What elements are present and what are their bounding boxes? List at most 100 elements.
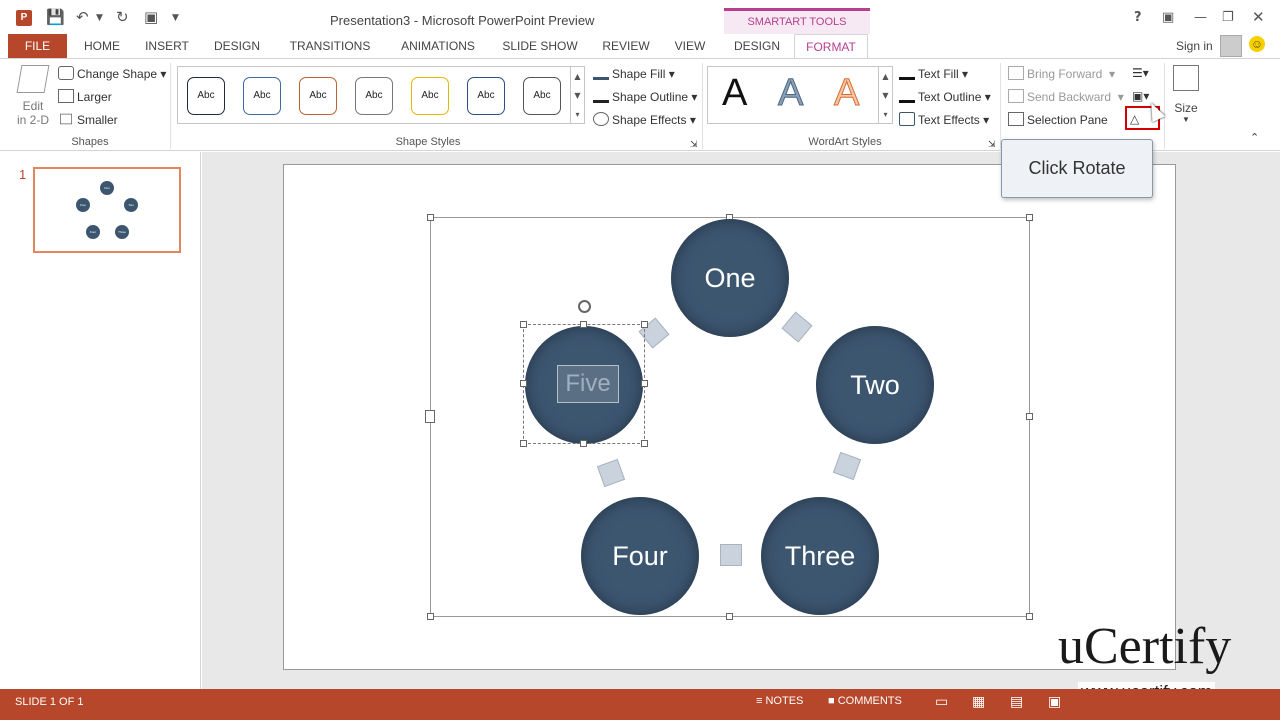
smartart-node-four[interactable]: Four xyxy=(581,497,699,615)
edit-2d-icon xyxy=(16,65,50,93)
smartart-node-one[interactable]: One xyxy=(671,219,789,337)
avatar[interactable] xyxy=(1220,35,1242,57)
change-shape-icon xyxy=(58,66,74,80)
edit-in-2d-button[interactable]: Edit in 2-D xyxy=(14,65,52,127)
resize-handle[interactable] xyxy=(580,440,587,447)
help-icon[interactable]: ? xyxy=(1134,10,1142,25)
text-outline-button[interactable]: Text Outline ▾ xyxy=(899,89,991,104)
tab-review[interactable]: REVIEW xyxy=(598,34,654,58)
resize-handle[interactable] xyxy=(1026,413,1033,420)
size-button[interactable]: Size ▼ xyxy=(1170,65,1202,124)
text-fill-button[interactable]: Text Fill ▾ xyxy=(899,66,968,81)
text-effects-button[interactable]: Text Effects ▾ xyxy=(899,112,989,127)
tab-slide-show[interactable]: SLIDE SHOW xyxy=(500,34,580,58)
resize-handle[interactable] xyxy=(641,321,648,328)
sign-in-link[interactable]: Sign in xyxy=(1176,39,1213,53)
tab-smartart-design[interactable]: DESIGN xyxy=(728,34,786,58)
close-icon[interactable]: ✕ xyxy=(1252,8,1265,26)
normal-view-icon[interactable]: ▭ xyxy=(935,693,948,710)
resize-handle[interactable] xyxy=(641,440,648,447)
slide-show-view-icon[interactable]: ▣ xyxy=(1048,693,1061,710)
gallery-scroll-down-icon[interactable]: ▼ xyxy=(878,86,892,105)
change-shape-button[interactable]: Change Shape ▾ xyxy=(58,66,166,81)
edit-2d-label: Edit xyxy=(22,99,44,113)
gallery-scroll-up-icon[interactable]: ▲ xyxy=(878,67,892,86)
restore-icon[interactable]: ❐ xyxy=(1222,10,1234,25)
tutorial-callout: Click Rotate xyxy=(1001,139,1153,198)
selection-pane-button[interactable]: Selection Pane xyxy=(1008,112,1108,127)
customize-qat-icon[interactable]: ▼ xyxy=(172,13,179,23)
feedback-smiley-icon[interactable]: ☺ xyxy=(1249,36,1265,52)
tab-animations[interactable]: ANIMATIONS xyxy=(394,34,482,58)
resize-handle[interactable] xyxy=(580,321,587,328)
send-backward-button[interactable]: Send Backward ▾ xyxy=(1008,89,1124,104)
tab-file[interactable]: FILE xyxy=(8,34,67,58)
title-bar: P 💾 ↶ ▼ ↻ ▣ ▼ Presentation3 - Microsoft … xyxy=(0,0,1280,35)
shape-outline-button[interactable]: Shape Outline ▾ xyxy=(593,89,697,104)
group-icon[interactable]: ▣▾ xyxy=(1132,89,1149,103)
tab-transitions[interactable]: TRANSITIONS xyxy=(284,34,376,58)
resize-handle[interactable] xyxy=(641,380,648,387)
wordart-style-black[interactable]: A xyxy=(722,72,747,115)
resize-handle[interactable] xyxy=(520,440,527,447)
smartart-node-three[interactable]: Three xyxy=(761,497,879,615)
minimize-icon[interactable]: — xyxy=(1194,10,1207,25)
notes-button[interactable]: ≡ NOTES xyxy=(756,695,803,707)
larger-button[interactable]: Larger xyxy=(58,89,112,104)
dialog-launcher-icon[interactable]: ⇲ xyxy=(690,139,698,150)
wordart-style-orange[interactable]: A xyxy=(833,72,859,115)
shape-style-swatch[interactable]: Abc xyxy=(411,77,449,115)
tab-insert[interactable]: INSERT xyxy=(140,34,194,58)
shape-style-swatch[interactable]: Abc xyxy=(243,77,281,115)
tab-design[interactable]: DESIGN xyxy=(208,34,266,58)
ribbon-display-icon[interactable]: ▣ xyxy=(1162,10,1174,25)
tab-home[interactable]: HOME xyxy=(78,34,126,58)
wordart-style-blue[interactable]: A xyxy=(777,72,803,115)
gallery-scroll-down-icon[interactable]: ▼ xyxy=(570,86,584,105)
smaller-label: Smaller xyxy=(77,113,118,127)
gallery-scroll-up-icon[interactable]: ▲ xyxy=(570,67,584,86)
resize-handle[interactable] xyxy=(1026,613,1033,620)
text-pane-toggle[interactable] xyxy=(425,410,435,423)
resize-handle[interactable] xyxy=(520,321,527,328)
undo-icon[interactable]: ↶ xyxy=(76,8,89,26)
shape-style-swatch[interactable]: Abc xyxy=(299,77,337,115)
smaller-button[interactable]: Smaller xyxy=(58,112,118,127)
shape-style-swatch[interactable]: Abc xyxy=(187,77,225,115)
gallery-more-icon[interactable]: ▾ xyxy=(878,105,892,124)
shape-style-swatch[interactable]: Abc xyxy=(467,77,505,115)
ribbon-tabs: FILE HOME INSERT DESIGN TRANSITIONS ANIM… xyxy=(0,34,1280,59)
redo-icon[interactable]: ↻ xyxy=(116,8,129,26)
smartart-node-two[interactable]: Two xyxy=(816,326,934,444)
shapes-group-label: Shapes xyxy=(71,136,109,148)
save-icon[interactable]: 💾 xyxy=(46,8,65,26)
comments-button[interactable]: ■ COMMENTS xyxy=(828,695,902,707)
thumb-node: Four xyxy=(86,225,100,239)
slide-sorter-icon[interactable]: ▦ xyxy=(972,693,985,710)
slide-thumbnail[interactable]: One Two Three Four Five xyxy=(33,167,181,253)
shape-style-swatch[interactable]: Abc xyxy=(523,77,561,115)
dialog-launcher-icon[interactable]: ⇲ xyxy=(988,139,996,150)
tab-view[interactable]: VIEW xyxy=(670,34,710,58)
wordart-styles-group-label: WordArt Styles xyxy=(808,136,882,148)
resize-handle[interactable] xyxy=(427,613,434,620)
rotation-handle-icon[interactable] xyxy=(578,300,591,313)
resize-handle[interactable] xyxy=(1026,214,1033,221)
wordart-styles-gallery: A A A ▲ ▼ ▾ xyxy=(707,66,893,124)
resize-handle[interactable] xyxy=(726,613,733,620)
gallery-more-icon[interactable]: ▾ xyxy=(570,105,584,124)
bring-forward-button[interactable]: Bring Forward ▾ xyxy=(1008,66,1115,81)
shape-fill-button[interactable]: Shape Fill ▾ xyxy=(593,66,675,81)
shape-effects-button[interactable]: Shape Effects ▾ xyxy=(593,112,696,127)
resize-handle[interactable] xyxy=(427,214,434,221)
text-fill-icon xyxy=(899,66,915,80)
tab-format[interactable]: FORMAT xyxy=(794,34,868,59)
resize-handle[interactable] xyxy=(520,380,527,387)
shape-style-swatch[interactable]: Abc xyxy=(355,77,393,115)
size-label: Size xyxy=(1174,101,1198,115)
align-icon[interactable]: ☰▾ xyxy=(1132,66,1149,80)
start-slideshow-icon[interactable]: ▣ xyxy=(144,8,158,26)
collapse-ribbon-icon[interactable]: ⌃ xyxy=(1250,131,1259,144)
reading-view-icon[interactable]: ▤ xyxy=(1010,693,1023,710)
undo-dropdown-icon[interactable]: ▼ xyxy=(96,13,103,23)
